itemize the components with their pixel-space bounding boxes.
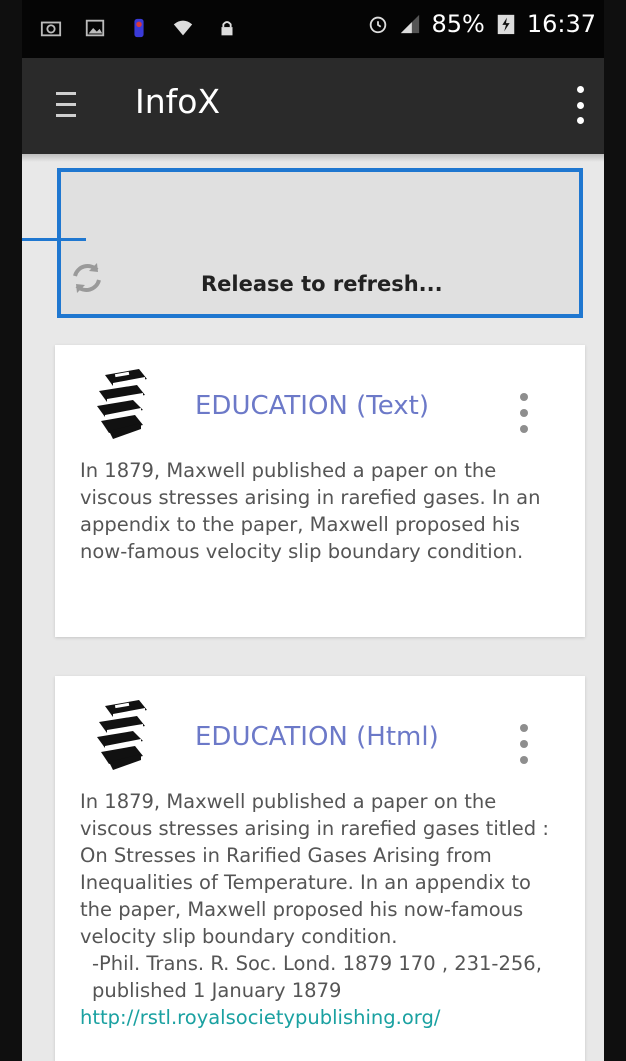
card-link[interactable]: http://rstl.royalsocietypublishing.org/ xyxy=(80,1004,566,1031)
camera-icon xyxy=(40,21,62,37)
clock: 16:37 xyxy=(526,10,596,38)
books-icon xyxy=(97,369,147,439)
app-bar: InfoX xyxy=(22,58,604,154)
wifi-icon xyxy=(173,20,193,36)
image-icon xyxy=(85,19,105,37)
pull-to-refresh-panel: Release to refresh... xyxy=(57,168,583,318)
card-body: In 1879, Maxwell published a paper on th… xyxy=(80,459,541,563)
app-bar-shadow xyxy=(22,154,604,162)
status-bar-notifications xyxy=(40,17,238,39)
books-icon xyxy=(97,700,147,770)
battery-charging-icon xyxy=(497,14,515,35)
info-card[interactable]: EDUCATION (Html) In 1879, Maxwell publis… xyxy=(55,676,585,1061)
status-bar-system: 85% 16:37 xyxy=(367,10,596,38)
alarm-icon xyxy=(370,16,387,34)
menu-icon[interactable] xyxy=(56,92,76,118)
info-card[interactable]: EDUCATION (Text) In 1879, Maxwell publis… xyxy=(55,345,585,637)
annotation-line xyxy=(22,238,86,241)
card-reference: -Phil. Trans. R. Soc. Lond. 1879 170 , 2… xyxy=(92,952,542,1002)
signal-icon xyxy=(401,14,420,34)
card-title[interactable]: EDUCATION (Html) xyxy=(195,722,439,752)
battery-percent: 85% xyxy=(431,10,485,38)
app-screen: 85% 16:37 InfoX Release to refresh... ED… xyxy=(22,0,604,1061)
app-title: InfoX xyxy=(135,82,221,121)
card-body-text: In 1879, Maxwell published a paper on th… xyxy=(80,790,549,948)
lock-icon xyxy=(221,21,233,36)
app-notification-icon xyxy=(134,18,144,38)
card-body: In 1879, Maxwell published a paper on th… xyxy=(80,788,566,1031)
refresh-icon xyxy=(73,263,101,293)
card-overflow-icon[interactable] xyxy=(517,724,531,764)
refresh-label: Release to refresh... xyxy=(201,272,443,296)
overflow-menu-icon[interactable] xyxy=(570,86,590,124)
card-title[interactable]: EDUCATION (Text) xyxy=(195,391,429,421)
status-bar: 85% 16:37 xyxy=(22,0,604,58)
card-overflow-icon[interactable] xyxy=(517,393,531,433)
